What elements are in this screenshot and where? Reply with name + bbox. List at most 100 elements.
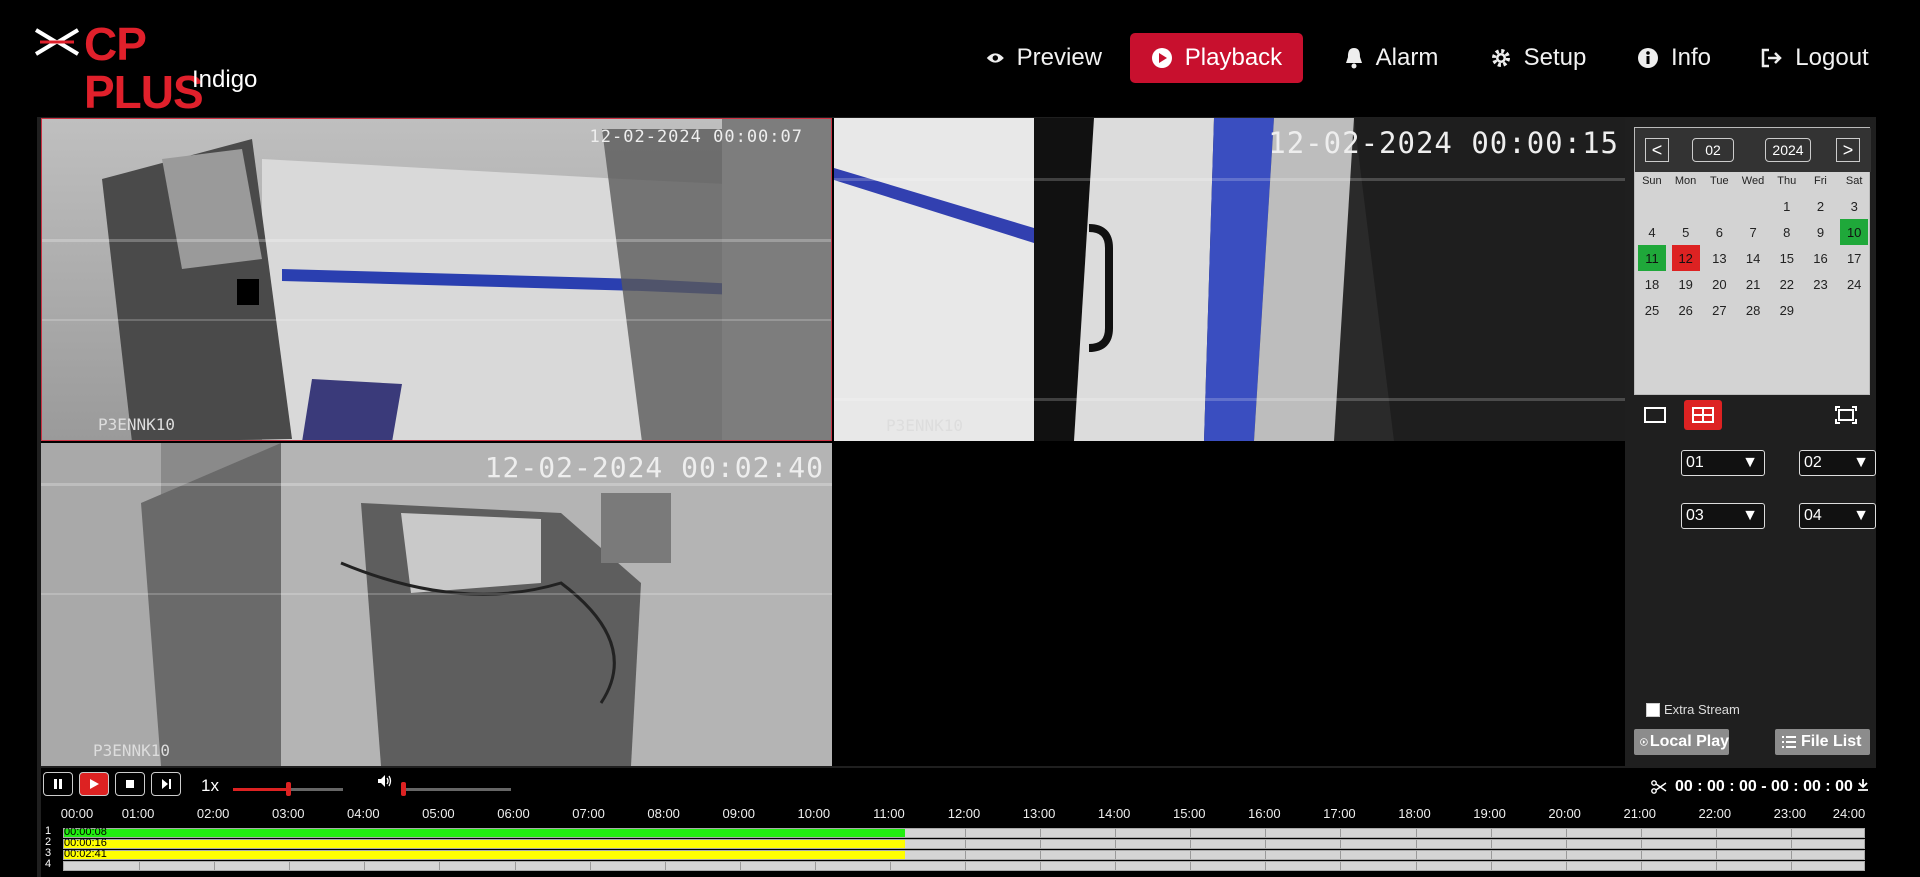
timeline-hour-tick — [1565, 829, 1567, 837]
weekday-label: Mon — [1674, 175, 1697, 187]
local-play-button[interactable]: Local Play — [1634, 729, 1729, 755]
calendar-day[interactable]: 26 — [1672, 297, 1700, 323]
nav-logout[interactable]: Logout — [1740, 33, 1890, 83]
extra-stream-checkbox[interactable] — [1646, 702, 1660, 717]
timeline-hour-tick — [1715, 829, 1717, 837]
osd-channel-name-3: P3ENNK10 — [93, 741, 171, 760]
scissors-icon[interactable] — [1651, 780, 1667, 794]
fullscreen-button[interactable] — [1827, 400, 1865, 430]
calendar-day[interactable]: 23 — [1807, 271, 1835, 297]
chevron-down-icon: ▼ — [1742, 507, 1758, 524]
timeline-track[interactable]: 00:02:41 — [63, 849, 1865, 860]
pause-button[interactable] — [43, 772, 73, 796]
calendar-day[interactable]: 18 — [1638, 271, 1666, 297]
timeline-hour-tick — [1340, 851, 1342, 859]
volume-icon[interactable] — [377, 774, 393, 788]
chevron-down-icon: ▼ — [1853, 507, 1869, 524]
video-cell-1[interactable]: 12-02-2024 00:00:07 P3ENNK10 — [41, 118, 832, 441]
calendar-day[interactable]: 19 — [1672, 271, 1700, 297]
camera-3-frame — [41, 443, 832, 766]
calendar-day[interactable]: 3 — [1840, 193, 1868, 219]
timeline-hour-tick — [1565, 851, 1567, 859]
timeline-hour-tick — [1715, 851, 1717, 859]
nav-setup[interactable]: Setup — [1466, 33, 1610, 83]
calendar-day[interactable]: 13 — [1705, 245, 1733, 271]
playback-speed[interactable]: 1x — [201, 776, 219, 796]
calendar-day[interactable]: 5 — [1672, 219, 1700, 245]
calendar-day[interactable]: 25 — [1638, 297, 1666, 323]
channel-select-1[interactable]: 01 ▼ — [1681, 450, 1765, 476]
timeline-row[interactable]: 4 — [41, 858, 1876, 871]
calendar-day[interactable]: 20 — [1705, 271, 1733, 297]
next-frame-button[interactable] — [151, 772, 181, 796]
eye-icon — [986, 53, 1004, 63]
calendar-day[interactable]: 15 — [1773, 245, 1801, 271]
timeline-hour-label: 22:00 — [1698, 806, 1732, 821]
timeline-row[interactable]: 1 00:00:08 — [41, 825, 1876, 838]
timeline-hour-tick — [1340, 862, 1342, 870]
timeline-hour-tick — [439, 862, 441, 870]
camera-1-frame — [42, 119, 831, 440]
volume-knob[interactable] — [401, 782, 406, 796]
channel-select-4[interactable]: 04 ▼ — [1799, 503, 1876, 529]
calendar-day[interactable]: 27 — [1705, 297, 1733, 323]
calendar-day[interactable]: 24 — [1840, 271, 1868, 297]
recording-segment[interactable] — [64, 840, 905, 848]
timeline-tracks[interactable]: 1 00:00:08 2 00:00:16 3 00:02:41 4 — [41, 825, 1876, 877]
channel-select-3[interactable]: 03 ▼ — [1681, 503, 1765, 529]
month-field[interactable]: 02 — [1692, 138, 1734, 162]
timeline-track[interactable]: 00:00:08 — [63, 827, 1865, 838]
calendar-day[interactable]: 4 — [1638, 219, 1666, 245]
calendar-day[interactable]: 12 — [1671, 245, 1700, 271]
calendar-day[interactable]: 28 — [1739, 297, 1767, 323]
timeline-hour-tick — [1490, 840, 1492, 848]
extra-stream-toggle[interactable]: Extra Stream — [1646, 702, 1740, 717]
play-button[interactable] — [79, 772, 109, 796]
calendar-day[interactable]: 2 — [1807, 193, 1835, 219]
calendar-day[interactable]: 29 — [1773, 297, 1801, 323]
nav-playback[interactable]: Playback — [1130, 33, 1303, 83]
calendar-day[interactable]: 21 — [1739, 271, 1767, 297]
timeline-row[interactable]: 3 00:02:41 — [41, 847, 1876, 860]
calendar-day[interactable]: 22 — [1773, 271, 1801, 297]
extra-stream-label: Extra Stream — [1664, 702, 1740, 717]
calendar-day[interactable]: 6 — [1705, 219, 1733, 245]
timeline-hour-tick — [1790, 829, 1792, 837]
quad-view-button[interactable] — [1684, 400, 1722, 430]
timeline-hour-tick — [739, 862, 741, 870]
next-month-button[interactable]: > — [1836, 138, 1860, 162]
nav-preview[interactable]: Preview — [968, 33, 1120, 83]
stop-button[interactable] — [115, 772, 145, 796]
single-view-button[interactable] — [1636, 400, 1674, 430]
video-cell-4[interactable] — [834, 443, 1625, 766]
video-cell-3[interactable]: 12-02-2024 00:02:40 P3ENNK10 — [41, 443, 832, 766]
recording-segment[interactable] — [64, 851, 905, 859]
recording-segment[interactable] — [64, 829, 905, 837]
calendar-day[interactable]: 7 — [1739, 219, 1767, 245]
timeline-track[interactable]: 00:00:16 — [63, 838, 1865, 849]
progress-slider[interactable] — [233, 776, 343, 796]
calendar-day[interactable]: 1 — [1773, 193, 1801, 219]
calendar-day[interactable]: 9 — [1807, 219, 1835, 245]
video-cell-2[interactable]: 12-02-2024 00:00:15 P3ENNK10 — [834, 118, 1625, 441]
volume-slider[interactable] — [401, 776, 511, 796]
calendar-day[interactable]: 10 — [1840, 219, 1869, 245]
timeline-row[interactable]: 2 00:00:16 — [41, 836, 1876, 849]
calendar-day[interactable]: 11 — [1638, 245, 1666, 271]
nav-alarm[interactable]: Alarm — [1318, 33, 1464, 83]
calendar-day[interactable]: 17 — [1840, 245, 1868, 271]
nav-info[interactable]: Info — [1616, 33, 1732, 83]
prev-month-button[interactable]: < — [1645, 138, 1669, 162]
calendar-day[interactable]: 8 — [1773, 219, 1801, 245]
calendar-day[interactable]: 16 — [1807, 245, 1835, 271]
timeline-track[interactable] — [63, 861, 1865, 871]
weekday-label: Sat — [1845, 175, 1863, 187]
download-icon[interactable] — [1857, 778, 1869, 792]
timeline-hour-tick — [214, 862, 216, 870]
timeline-hour-tick — [1640, 840, 1642, 848]
progress-knob[interactable] — [286, 782, 291, 796]
channel-select-2[interactable]: 02 ▼ — [1799, 450, 1876, 476]
year-field[interactable]: 2024 — [1765, 138, 1811, 162]
calendar-day[interactable]: 14 — [1739, 245, 1767, 271]
file-list-button[interactable]: File List — [1775, 729, 1870, 755]
